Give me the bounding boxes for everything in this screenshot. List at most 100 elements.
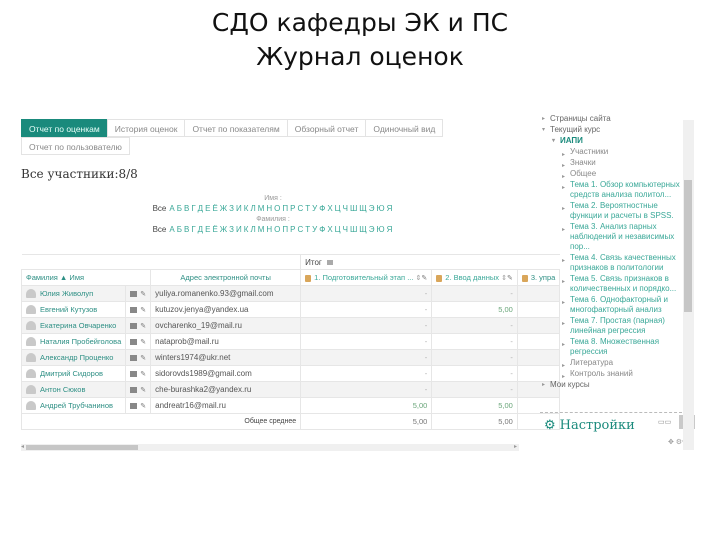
scroll-left-icon[interactable]: ◂ — [21, 443, 24, 450]
student-name-cell[interactable]: Александр Проценко — [20, 349, 127, 366]
edit-icon[interactable]: ✎ — [507, 274, 513, 282]
collapsed-arrow-icon[interactable]: ▸ — [562, 225, 565, 235]
horizontal-scrollbar[interactable]: ◂ ▸ — [21, 444, 519, 451]
first-name-letter-link[interactable]: Р — [290, 204, 295, 213]
last-name-letter-link[interactable]: Э — [369, 225, 375, 234]
last-name-letter-link[interactable]: Х — [327, 225, 332, 234]
first-name-letter-link[interactable]: Ч — [343, 204, 348, 213]
first-name-letter-link[interactable]: О — [274, 204, 280, 213]
student-name-link[interactable]: Наталия Пробейголова — [40, 337, 121, 346]
nav-item[interactable]: ▸ Тема 8. Множественная регрессия — [540, 337, 690, 357]
first-name-letter-link[interactable]: С — [297, 204, 303, 213]
grade-cell[interactable]: 5,00 — [431, 301, 518, 318]
collapsed-arrow-icon[interactable]: ▸ — [562, 183, 565, 193]
last-name-letter-link[interactable]: Я — [387, 225, 393, 234]
edit-icon[interactable]: ✎ — [140, 370, 146, 378]
last-name-letter-link[interactable]: М — [258, 225, 265, 234]
student-name-cell[interactable]: Екатерина Овчаренко — [20, 317, 127, 334]
last-name-letter-link[interactable]: Щ — [359, 225, 367, 234]
first-name-letter-link[interactable]: Я — [387, 204, 393, 213]
student-name-cell[interactable]: Наталия Пробейголова — [20, 333, 127, 350]
grade-cell[interactable]: - — [431, 349, 518, 366]
last-name-letter-link[interactable]: П — [282, 225, 288, 234]
edit-icon[interactable]: ✎ — [421, 274, 427, 282]
student-name-cell[interactable]: Андрей Трубчанинов — [20, 397, 127, 414]
student-name-link[interactable]: Андрей Трубчанинов — [40, 401, 113, 410]
block-dock-controls[interactable]: ▭▭ — [658, 418, 671, 426]
expanded-arrow-icon[interactable]: ▾ — [542, 125, 545, 135]
expanded-arrow-icon[interactable]: ▾ — [552, 136, 555, 146]
nav-item[interactable]: ▸ Участники — [540, 147, 690, 158]
last-name-letter-link[interactable]: Д — [198, 225, 203, 234]
last-name-letter-link[interactable]: А — [169, 225, 174, 234]
user-report-icon[interactable] — [130, 323, 138, 329]
first-name-letter-link[interactable]: Т — [305, 204, 310, 213]
first-name-letter-link[interactable]: А — [169, 204, 174, 213]
tab-grader-report[interactable]: Отчет по оценкам — [21, 119, 107, 137]
grade-cell[interactable]: - — [431, 317, 518, 334]
last-name-letter-link[interactable]: З — [229, 225, 234, 234]
first-name-letter-link[interactable]: Б — [177, 204, 182, 213]
grade-item-1-header[interactable]: 1. Подготовительный этап ... ⇕✎ — [300, 269, 433, 286]
tab-overview-report[interactable]: Обзорный отчет — [286, 119, 366, 137]
nav-item[interactable]: ▸ Тема 7. Простая (парная) линейная регре… — [540, 316, 690, 336]
last-name-letter-link[interactable]: И — [236, 225, 242, 234]
collapsed-arrow-icon[interactable]: ▸ — [562, 298, 565, 308]
first-name-letter-link[interactable]: Ю — [377, 204, 385, 213]
category-collapse-icon[interactable] — [327, 259, 334, 265]
last-name-letter-link[interactable]: Б — [177, 225, 182, 234]
first-name-letter-link[interactable]: М — [258, 204, 265, 213]
nav-item[interactable]: ▸ Литература — [540, 358, 690, 369]
first-name-all-link[interactable]: Все — [153, 204, 167, 213]
last-name-letter-link[interactable]: Г — [191, 225, 195, 234]
first-name-letter-link[interactable]: З — [229, 204, 234, 213]
student-name-link[interactable]: Екатерина Овчаренко — [40, 321, 116, 330]
nav-item[interactable]: ▸ Мои курсы — [540, 380, 690, 390]
first-name-letter-link[interactable]: Д — [198, 204, 203, 213]
first-name-letter-link[interactable]: У — [312, 204, 317, 213]
tab-grade-history[interactable]: История оценок — [106, 119, 185, 137]
last-name-letter-link[interactable]: Ш — [350, 225, 357, 234]
student-name-cell[interactable]: Антон Сюков — [20, 381, 127, 398]
user-report-icon[interactable] — [130, 339, 138, 345]
first-name-letter-link[interactable]: В — [184, 204, 189, 213]
grade-cell[interactable]: - — [300, 301, 433, 318]
vertical-scroll-thumb[interactable] — [684, 180, 692, 312]
grade-cell[interactable]: - — [300, 381, 433, 398]
student-name-link[interactable]: Юлия Живолуп — [40, 289, 93, 298]
last-name-letter-link[interactable]: Н — [266, 225, 272, 234]
last-name-letter-link[interactable]: Ю — [377, 225, 385, 234]
first-name-letter-link[interactable]: Ж — [220, 204, 227, 213]
grade-cell[interactable]: - — [431, 333, 518, 350]
student-name-cell[interactable]: Дмитрий Сидоров — [20, 365, 127, 382]
first-name-letter-link[interactable]: Н — [266, 204, 272, 213]
grade-cell[interactable]: - — [431, 285, 518, 302]
first-name-letter-link[interactable]: Л — [250, 204, 255, 213]
student-name-link[interactable]: Александр Проценко — [40, 353, 113, 362]
last-name-letter-link[interactable]: Р — [290, 225, 295, 234]
vertical-scrollbar[interactable] — [683, 120, 694, 450]
nav-item[interactable]: ▸ Значки — [540, 158, 690, 169]
first-name-letter-link[interactable]: Ш — [350, 204, 357, 213]
email-header[interactable]: Адрес электронной почты — [150, 269, 302, 286]
last-name-letter-link[interactable]: Л — [250, 225, 255, 234]
edit-icon[interactable]: ✎ — [140, 306, 146, 314]
nav-item[interactable]: ▸ Тема 3. Анализ парных наблюдений и неза… — [540, 222, 690, 252]
student-name-cell[interactable]: Евгений Кутузов — [20, 301, 127, 318]
edit-icon[interactable]: ✎ — [140, 354, 146, 362]
edit-icon[interactable]: ✎ — [140, 322, 146, 330]
last-name-letter-link[interactable]: Ё — [212, 225, 217, 234]
collapsed-arrow-icon[interactable]: ▸ — [562, 256, 565, 266]
tab-user-report[interactable]: Отчет по пользователю — [21, 137, 130, 155]
nav-item[interactable]: ▸ Контроль знаний — [540, 369, 690, 380]
nav-item[interactable]: ▸ Тема 4. Связь качественных признаков в … — [540, 253, 690, 273]
first-name-letter-link[interactable]: Ё — [212, 204, 217, 213]
grade-item-2-header[interactable]: 2. Ввод данных ⇕✎ — [431, 269, 518, 286]
user-report-icon[interactable] — [130, 403, 138, 409]
collapsed-arrow-icon[interactable]: ▸ — [562, 340, 565, 350]
first-name-letter-link[interactable]: Щ — [359, 204, 367, 213]
first-name-letter-link[interactable]: К — [244, 204, 249, 213]
last-name-all-link[interactable]: Все — [153, 225, 167, 234]
user-report-icon[interactable] — [130, 355, 138, 361]
nav-item[interactable]: ▾ ИАПИ — [540, 136, 690, 146]
